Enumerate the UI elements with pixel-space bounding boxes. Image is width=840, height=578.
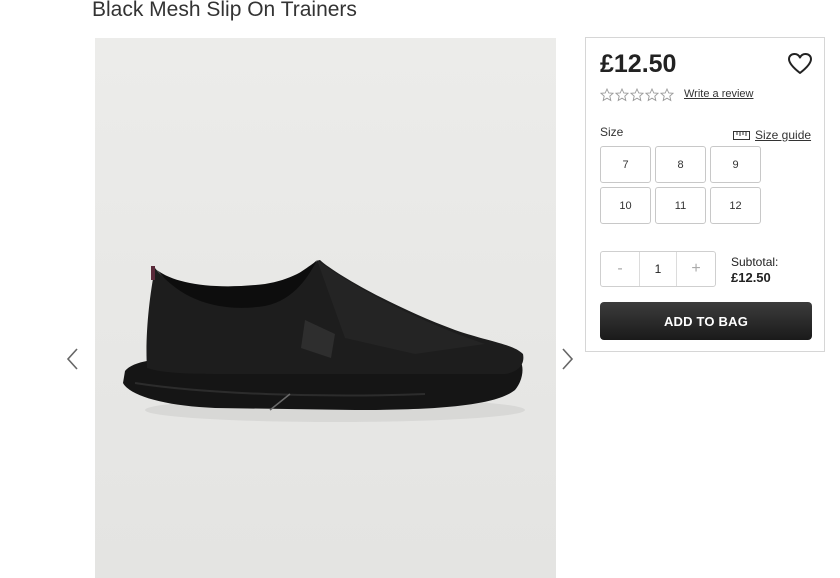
size-label: Size [600, 125, 624, 139]
star-icon [645, 88, 659, 102]
size-option[interactable]: 7 [600, 146, 651, 183]
previous-image-button[interactable] [63, 344, 83, 374]
product-title: Black Mesh Slip On Trainers [92, 0, 357, 21]
write-review-link[interactable]: Write a review [684, 88, 753, 100]
chevron-left-icon [66, 348, 78, 370]
star-icon [600, 88, 614, 102]
subtotal: Subtotal: £12.50 [731, 254, 778, 286]
quantity-stepper: - 1 + [600, 251, 716, 287]
size-guide-label: Size guide [755, 128, 812, 142]
ruler-icon [733, 130, 750, 140]
subtotal-label: Subtotal: [731, 255, 779, 269]
wishlist-button[interactable] [787, 52, 813, 76]
purchase-panel: £12.50 Write a review Size Size guide 7 … [585, 37, 825, 352]
trainer-shoe-image [123, 260, 525, 422]
size-option[interactable]: 8 [655, 146, 706, 183]
add-to-bag-button[interactable]: ADD TO BAG [600, 302, 812, 340]
star-icon [660, 88, 674, 102]
size-guide-link[interactable]: Size guide [733, 128, 811, 142]
quantity-increase-button[interactable]: + [677, 252, 715, 286]
size-option[interactable]: 11 [655, 187, 706, 224]
heart-icon [788, 53, 812, 74]
next-image-button[interactable] [557, 344, 577, 374]
chevron-right-icon [562, 348, 574, 370]
star-icon [615, 88, 629, 102]
product-price: £12.50 [600, 50, 677, 78]
size-option[interactable]: 10 [600, 187, 651, 224]
quantity-input[interactable]: 1 [639, 252, 677, 286]
size-option[interactable]: 9 [710, 146, 761, 183]
quantity-decrease-button[interactable]: - [601, 252, 639, 286]
subtotal-value: £12.50 [731, 270, 771, 285]
size-options: 7 8 9 10 11 12 [600, 146, 762, 224]
rating-stars [600, 88, 674, 102]
star-icon [630, 88, 644, 102]
size-option[interactable]: 12 [710, 187, 761, 224]
product-image [95, 38, 556, 578]
